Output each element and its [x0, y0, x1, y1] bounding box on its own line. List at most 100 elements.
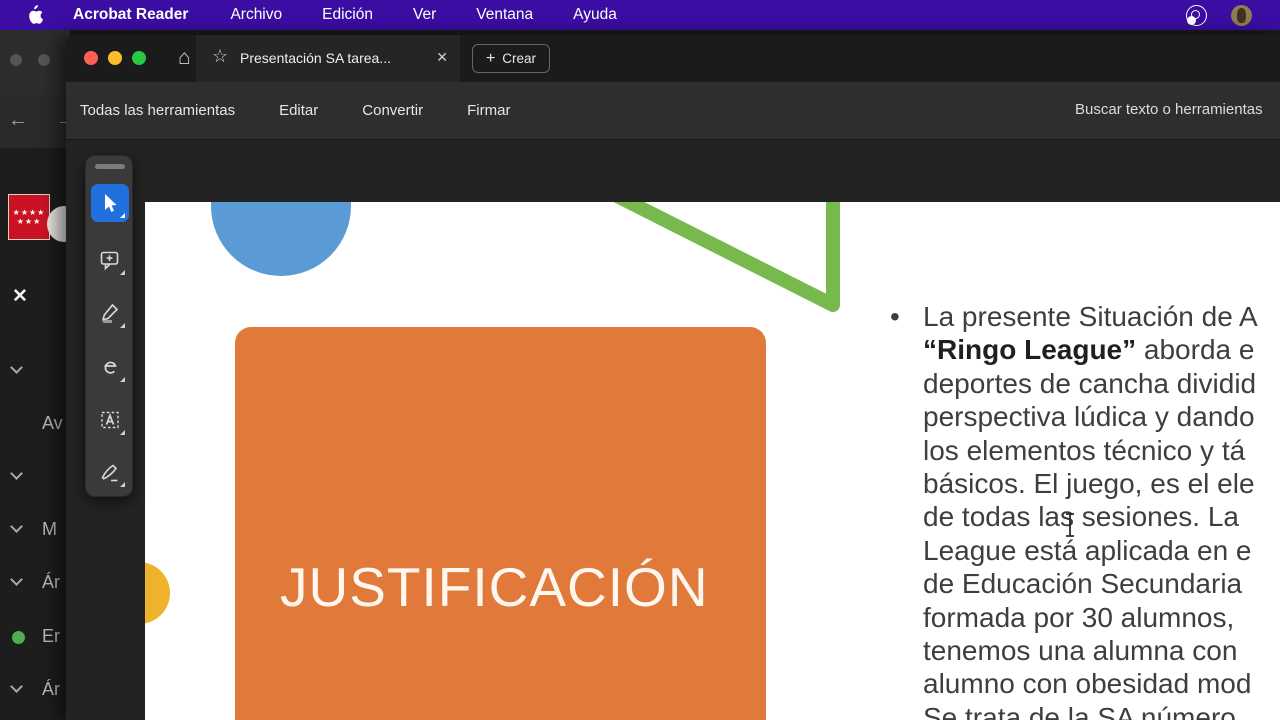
tab-title: Presentación SA tarea...	[240, 50, 391, 66]
menu-ayuda[interactable]: Ayuda	[573, 6, 617, 24]
list-item[interactable]: Er	[0, 626, 70, 648]
list-item[interactable]: Ár	[0, 679, 70, 701]
pdf-page[interactable]: JUSTIFICACIÓN • La presente Situación de…	[145, 202, 1280, 720]
chevron-down-icon[interactable]	[10, 520, 23, 533]
slide-blue-circle	[211, 202, 351, 276]
slide-yellow-circle	[145, 562, 170, 624]
dropdown-corner	[120, 213, 125, 218]
squiggle-icon	[104, 361, 117, 374]
list-item-label: Ár	[42, 572, 60, 592]
text-line: formada por 30 alumnos,	[923, 601, 1235, 633]
sign-menu[interactable]: Firmar	[467, 102, 510, 119]
dropdown-corner	[120, 323, 125, 328]
text-fragment: aborda e	[1136, 334, 1255, 366]
menu-ver[interactable]: Ver	[413, 6, 436, 24]
list-item[interactable]: Ár	[0, 572, 70, 594]
green-dot-icon	[12, 631, 25, 644]
fill-sign-tool[interactable]	[91, 453, 129, 491]
list-item[interactable]	[0, 360, 70, 382]
menubar-app-title[interactable]: Acrobat Reader	[73, 6, 188, 24]
list-item-label: Er	[42, 626, 60, 646]
user-avatar-icon[interactable]	[1231, 4, 1252, 26]
chevron-down-icon[interactable]	[10, 680, 23, 693]
close-window-button[interactable]	[84, 51, 98, 65]
search-input[interactable]: Buscar texto o herramientas	[1075, 101, 1263, 118]
obs-dot	[1187, 15, 1196, 25]
tab-close-icon[interactable]: ✕	[436, 49, 448, 66]
text-line: básicos. El juego, es el ele	[923, 467, 1255, 499]
add-comment-tool[interactable]	[91, 241, 129, 279]
menu-ventana[interactable]: Ventana	[476, 6, 533, 24]
text-line: perspectiva lúdica y dando	[923, 401, 1255, 433]
inactive-traffic-light[interactable]	[38, 54, 50, 66]
create-button[interactable]: + Crear	[472, 44, 550, 73]
cursor-arrow-icon	[105, 194, 117, 212]
edit-menu[interactable]: Editar	[279, 102, 318, 119]
bullet-glyph: •	[890, 301, 900, 332]
text-line: deportes de cancha dividid	[923, 367, 1257, 399]
home-icon[interactable]: ⌂	[178, 46, 191, 70]
acrobat-window: ⌂ ☆ Presentación SA tarea... ✕ + Crear T…	[66, 35, 1280, 720]
tab-bar: ⌂ ☆ Presentación SA tarea... ✕ + Crear	[66, 35, 1280, 82]
chevron-down-icon[interactable]	[10, 361, 23, 374]
slide-title-box: JUSTIFICACIÓN	[235, 327, 766, 720]
all-tools-menu[interactable]: Todas las herramientas	[80, 102, 235, 119]
zoom-window-button[interactable]	[132, 51, 146, 65]
highlighter-icon	[101, 303, 119, 323]
macos-menubar: Acrobat Reader Archivo Edición Ver Venta…	[0, 0, 1280, 30]
apple-icon[interactable]	[26, 5, 43, 25]
text-line: alumno con obesidad mod	[923, 668, 1252, 700]
dropdown-corner	[120, 430, 125, 435]
menubar-status-area	[1186, 0, 1252, 30]
slide-body-text: • La presente Situación de A “Ringo Leag…	[890, 300, 1280, 720]
dropdown-corner	[120, 377, 125, 382]
background-window: ← → ★★★★ ★★★ ✕ Av M	[0, 30, 81, 720]
main-toolbar: Todas las herramientas Editar Convertir …	[66, 82, 1280, 140]
list-item-label: Ár	[42, 679, 60, 699]
chevron-down-icon[interactable]	[10, 573, 23, 586]
logo-stars-row2: ★★★	[16, 217, 42, 226]
document-viewport[interactable]: JUSTIFICACIÓN • La presente Situación de…	[66, 140, 1280, 720]
text-line: “Ringo League” aborda e	[923, 333, 1280, 366]
panel-close-row[interactable]: ✕	[0, 283, 70, 308]
slide-title: JUSTIFICACIÓN	[280, 556, 709, 618]
background-window-titlebar	[0, 30, 70, 95]
close-icon[interactable]: ✕	[12, 285, 28, 308]
screen: Acrobat Reader Archivo Edición Ver Venta…	[0, 0, 1280, 720]
text-line: League está aplicada en e	[923, 534, 1252, 566]
text-cursor-icon	[1066, 513, 1074, 537]
palette-drag-handle[interactable]	[95, 164, 125, 169]
list-item[interactable]: M	[0, 519, 70, 541]
menu-archivo[interactable]: Archivo	[230, 6, 282, 24]
select-text-icon	[101, 411, 119, 429]
draw-tool[interactable]	[91, 348, 129, 386]
star-icon[interactable]: ☆	[212, 46, 228, 67]
background-window-navbar: ← →	[0, 95, 76, 148]
list-item[interactable]	[0, 466, 70, 488]
list-item-label: M	[42, 519, 57, 539]
select-text-tool[interactable]	[91, 401, 129, 439]
inactive-traffic-light[interactable]	[10, 54, 22, 66]
madrid-flag-logo: ★★★★ ★★★	[8, 194, 50, 240]
dropdown-corner	[120, 482, 125, 487]
document-tab[interactable]: ☆ Presentación SA tarea... ✕	[196, 35, 460, 82]
back-arrow-icon[interactable]: ←	[8, 109, 28, 132]
quick-tools-palette	[85, 155, 133, 497]
comment-plus-icon	[100, 251, 119, 271]
background-window-panel: ★★★★ ★★★ ✕ Av M Ár Er Ár	[0, 148, 81, 720]
slide-green-triangle	[613, 202, 840, 312]
list-item[interactable]: Av	[0, 413, 70, 435]
menu-edicion[interactable]: Edición	[322, 6, 373, 24]
plus-icon: +	[485, 49, 496, 67]
bold-fragment: “Ringo League”	[923, 334, 1137, 366]
signature-pen-icon	[101, 464, 118, 482]
highlight-tool[interactable]	[91, 294, 129, 332]
text-line: los elementos técnico y tá	[923, 434, 1246, 466]
chevron-down-icon[interactable]	[10, 467, 23, 480]
minimize-window-button[interactable]	[108, 51, 122, 65]
select-tool[interactable]	[91, 184, 129, 222]
obs-icon[interactable]	[1186, 4, 1207, 26]
logo-stars-row1: ★★★★	[12, 208, 46, 217]
convert-menu[interactable]: Convertir	[362, 102, 423, 119]
text-line: de Educación Secundaria	[923, 568, 1243, 600]
